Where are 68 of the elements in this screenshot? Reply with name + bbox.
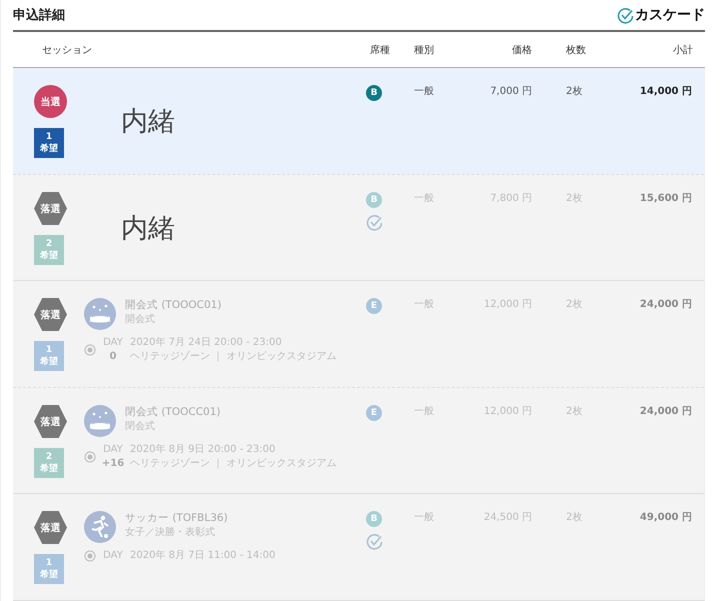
column-header: 枚数 [565,44,587,56]
column-header: 小計 [672,44,694,56]
quantity-text: 2枚 [565,85,584,99]
seat-badge: B [366,85,382,101]
undisclosed-text: 内緒 [120,105,176,139]
column-header: 価格 [511,44,533,56]
event-venue: ヘリテッジゾーン ｜ オリンピックスタジアム [130,457,336,471]
won-badge: 当選 [34,85,67,118]
subtotal-text: 24,000 円 [638,298,693,312]
event-venue: ヘリテッジゾーン ｜ オリンピックスタジアム [130,350,336,364]
quantity-text: 2枚 [565,192,584,206]
quantity-text: 2枚 [565,511,584,525]
check-circle-icon [617,6,634,24]
logo-text: カスケード [635,6,705,24]
event-subtitle: 閉会式 [125,420,156,434]
column-header: 種別 [413,44,435,56]
column-header: セッション [41,44,93,56]
day-label: DAY [103,336,123,350]
event-title: 開会式 (TOOOC01) [125,298,222,313]
undisclosed-text: 内緒 [120,212,176,246]
day-label: DAY [103,549,123,563]
event-datetime: 2020年 8月 9日 20:00 - 23:00 [130,443,276,457]
day-label: DAY [103,443,123,457]
seat-badge: B [366,192,382,208]
preference-badge: 1 希望 [34,341,64,371]
lost-badge: 落選 [34,405,67,438]
preference-badge: 2 希望 [34,448,64,478]
day-number: 0 [110,350,116,364]
radio-icon [84,451,96,463]
event-subtitle: 女子／決勝・表彰式 [125,526,216,540]
radio-icon [84,550,96,562]
seat-badge: B [366,511,382,527]
lost-badge: 落選 [34,192,67,225]
price-text: 7,800 円 [489,192,533,206]
preference-badge: 2 希望 [34,235,64,265]
type-text: 一般 [413,405,435,419]
radio-icon [84,344,96,356]
quantity-text: 2枚 [565,298,584,312]
event-datetime: 2020年 8月 7日 11:00 - 14:00 [130,549,276,563]
event-title: 閉会式 (TOOCC01) [125,405,220,420]
page-title: 申込詳細 [13,6,65,24]
quantity-text: 2枚 [565,405,584,419]
event-subtitle: 開会式 [125,313,156,327]
lost-badge: 落選 [34,298,67,331]
subtotal-text: 15,600 円 [638,192,693,206]
type-text: 一般 [413,85,435,99]
preference-badge: 1 希望 [34,128,64,158]
price-text: 7,000 円 [489,85,533,99]
subtotal-text: 49,000 円 [638,511,693,525]
stadium-icon [84,298,116,330]
stadium-icon [84,405,116,437]
seat-badge: E [366,298,382,314]
runner-icon [84,511,116,543]
price-text: 12,000 円 [482,405,533,419]
type-text: 一般 [413,192,435,206]
type-text: 一般 [413,298,435,312]
price-text: 12,000 円 [482,298,533,312]
event-title: サッカー (TOFBL36) [125,511,228,526]
preference-badge: 1 希望 [34,554,64,584]
column-header: 席種 [369,44,391,56]
event-datetime: 2020年 7月 24日 20:00 - 23:00 [130,336,283,350]
type-text: 一般 [413,511,435,525]
day-number: +16 [102,457,124,471]
seat-badge: E [366,405,382,421]
lost-badge: 落選 [34,511,67,544]
subtotal-text: 24,000 円 [638,405,693,419]
subtotal-text: 14,000 円 [638,85,693,99]
price-text: 24,500 円 [482,511,533,525]
